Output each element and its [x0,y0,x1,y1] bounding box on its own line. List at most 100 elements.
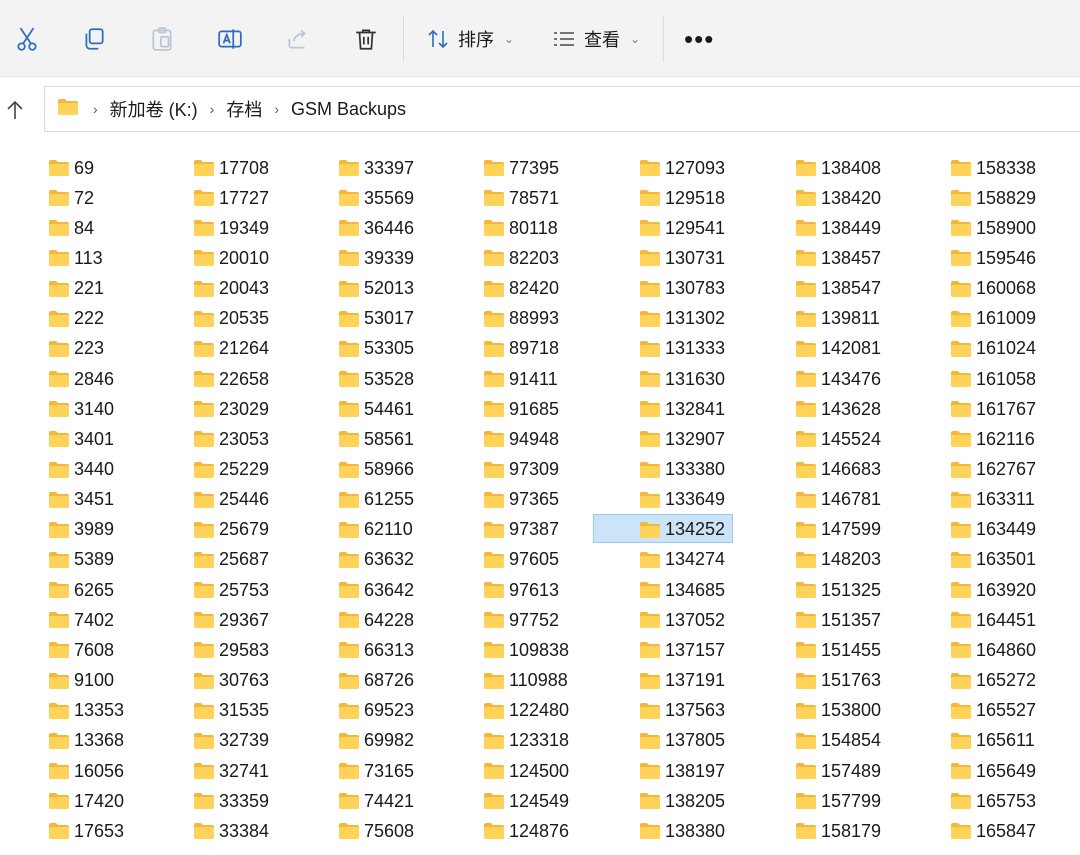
folder-item[interactable]: 97613 [483,575,559,605]
folder-item[interactable]: 161024 [950,334,1036,364]
folder-item[interactable]: 165753 [950,786,1036,816]
folder-item[interactable]: 17727 [193,183,269,213]
folder-item[interactable]: 130783 [639,274,725,304]
folder-item[interactable]: 72 [48,183,94,213]
folder-item[interactable]: 25679 [193,515,269,545]
folder-item[interactable]: 110988 [483,666,568,696]
folder-item[interactable]: 160068 [950,274,1036,304]
folder-item[interactable]: 32739 [193,726,269,756]
folder-item[interactable]: 163920 [950,575,1036,605]
folder-item[interactable]: 122480 [483,696,569,726]
folder-item[interactable]: 97605 [483,545,559,575]
folder-item[interactable]: 53528 [338,364,414,394]
folder-item[interactable]: 97387 [483,515,559,545]
folder-item[interactable]: 63632 [338,545,414,575]
folder-item[interactable]: 63642 [338,575,414,605]
folder-item[interactable]: 58966 [338,455,414,485]
folder-item[interactable]: 163311 [950,485,1035,515]
folder-item[interactable]: 165649 [950,756,1036,786]
folder-item[interactable]: 58561 [338,424,414,454]
folder-item[interactable]: 36446 [338,213,414,243]
folder-item[interactable]: 80118 [483,213,558,243]
folder-item[interactable]: 151357 [795,605,881,635]
folder-item[interactable]: 164451 [950,605,1036,635]
folder-item[interactable]: 162116 [950,424,1035,454]
folder-item[interactable]: 61255 [338,485,414,515]
folder-item[interactable]: 31535 [193,696,269,726]
folder-item[interactable]: 138457 [795,243,881,273]
folder-item[interactable]: 154854 [795,726,881,756]
folder-item[interactable]: 132907 [639,424,725,454]
folder-item[interactable]: 17653 [48,816,124,846]
folder-item[interactable]: 33384 [193,816,269,846]
folder-item[interactable]: 74421 [338,786,414,816]
up-arrow-icon[interactable] [2,96,28,124]
folder-item[interactable]: 124876 [483,816,569,846]
folder-item[interactable]: 162767 [950,455,1036,485]
folder-item[interactable]: 52013 [338,274,414,304]
folder-item[interactable]: 6265 [48,575,114,605]
folder-item[interactable]: 130731 [639,243,725,273]
folder-item[interactable]: 33397 [338,153,414,183]
delete-icon[interactable] [352,20,380,58]
share-icon[interactable] [284,20,312,58]
folder-item[interactable]: 137191 [639,666,725,696]
cut-icon[interactable] [13,20,41,58]
view-button[interactable]: 查看 ⌄ [552,22,640,56]
folder-item[interactable]: 124549 [483,786,569,816]
folder-item[interactable]: 138420 [795,183,881,213]
folder-item[interactable]: 75608 [338,816,414,846]
folder-item[interactable]: 161058 [950,364,1036,394]
folder-item[interactable]: 138380 [639,816,725,846]
more-options-button[interactable]: ••• [684,22,714,56]
folder-item[interactable]: 139811 [795,304,880,334]
folder-item[interactable]: 13353 [48,696,124,726]
folder-item[interactable]: 134685 [639,575,725,605]
folder-item[interactable]: 9100 [48,666,114,696]
folder-item[interactable]: 25687 [193,545,269,575]
folder-item[interactable]: 77395 [483,153,559,183]
folder-item[interactable]: 161767 [950,394,1036,424]
folder-item[interactable]: 127093 [639,153,725,183]
folder-item[interactable]: 137805 [639,726,725,756]
folder-item[interactable]: 19349 [193,213,269,243]
folder-item[interactable]: 165527 [950,696,1036,726]
folder-item[interactable]: 158179 [795,816,881,846]
breadcrumb-drive[interactable]: 新加卷 (K:) [110,96,198,122]
folder-item[interactable]: 91685 [483,394,559,424]
folder-item[interactable]: 134274 [639,545,725,575]
folder-item[interactable]: 29367 [193,605,269,635]
folder-item[interactable]: 97365 [483,485,559,515]
folder-item[interactable]: 134252 [592,513,734,545]
folder-item[interactable]: 109838 [483,635,569,665]
folder-item[interactable]: 223 [48,334,104,364]
folder-item[interactable]: 69 [48,153,94,183]
folder-item[interactable]: 161009 [950,304,1036,334]
folder-item[interactable]: 113 [48,243,103,273]
folder-item[interactable]: 3451 [48,485,114,515]
folder-item[interactable]: 25446 [193,485,269,515]
folder-item[interactable]: 25753 [193,575,269,605]
folder-item[interactable]: 131302 [639,304,725,334]
folder-item[interactable]: 123318 [483,726,569,756]
folder-item[interactable]: 145524 [795,424,881,454]
folder-item[interactable]: 73165 [338,756,414,786]
folder-item[interactable]: 148203 [795,545,881,575]
folder-item[interactable]: 13368 [48,726,124,756]
folder-item[interactable]: 66313 [338,635,414,665]
folder-item[interactable]: 165611 [950,726,1035,756]
folder-item[interactable]: 7608 [48,635,114,665]
folder-item[interactable]: 137563 [639,696,725,726]
folder-item[interactable]: 20043 [193,274,269,304]
folder-item[interactable]: 124500 [483,756,569,786]
folder-item[interactable]: 138408 [795,153,881,183]
folder-item[interactable]: 146781 [795,485,881,515]
folder-item[interactable]: 84 [48,213,94,243]
folder-item[interactable]: 17420 [48,786,124,816]
folder-item[interactable]: 3989 [48,515,114,545]
folder-item[interactable]: 29583 [193,635,269,665]
folder-item[interactable]: 39339 [338,243,414,273]
folder-item[interactable]: 143476 [795,364,881,394]
folder-item[interactable]: 222 [48,304,104,334]
folder-item[interactable]: 157799 [795,786,881,816]
